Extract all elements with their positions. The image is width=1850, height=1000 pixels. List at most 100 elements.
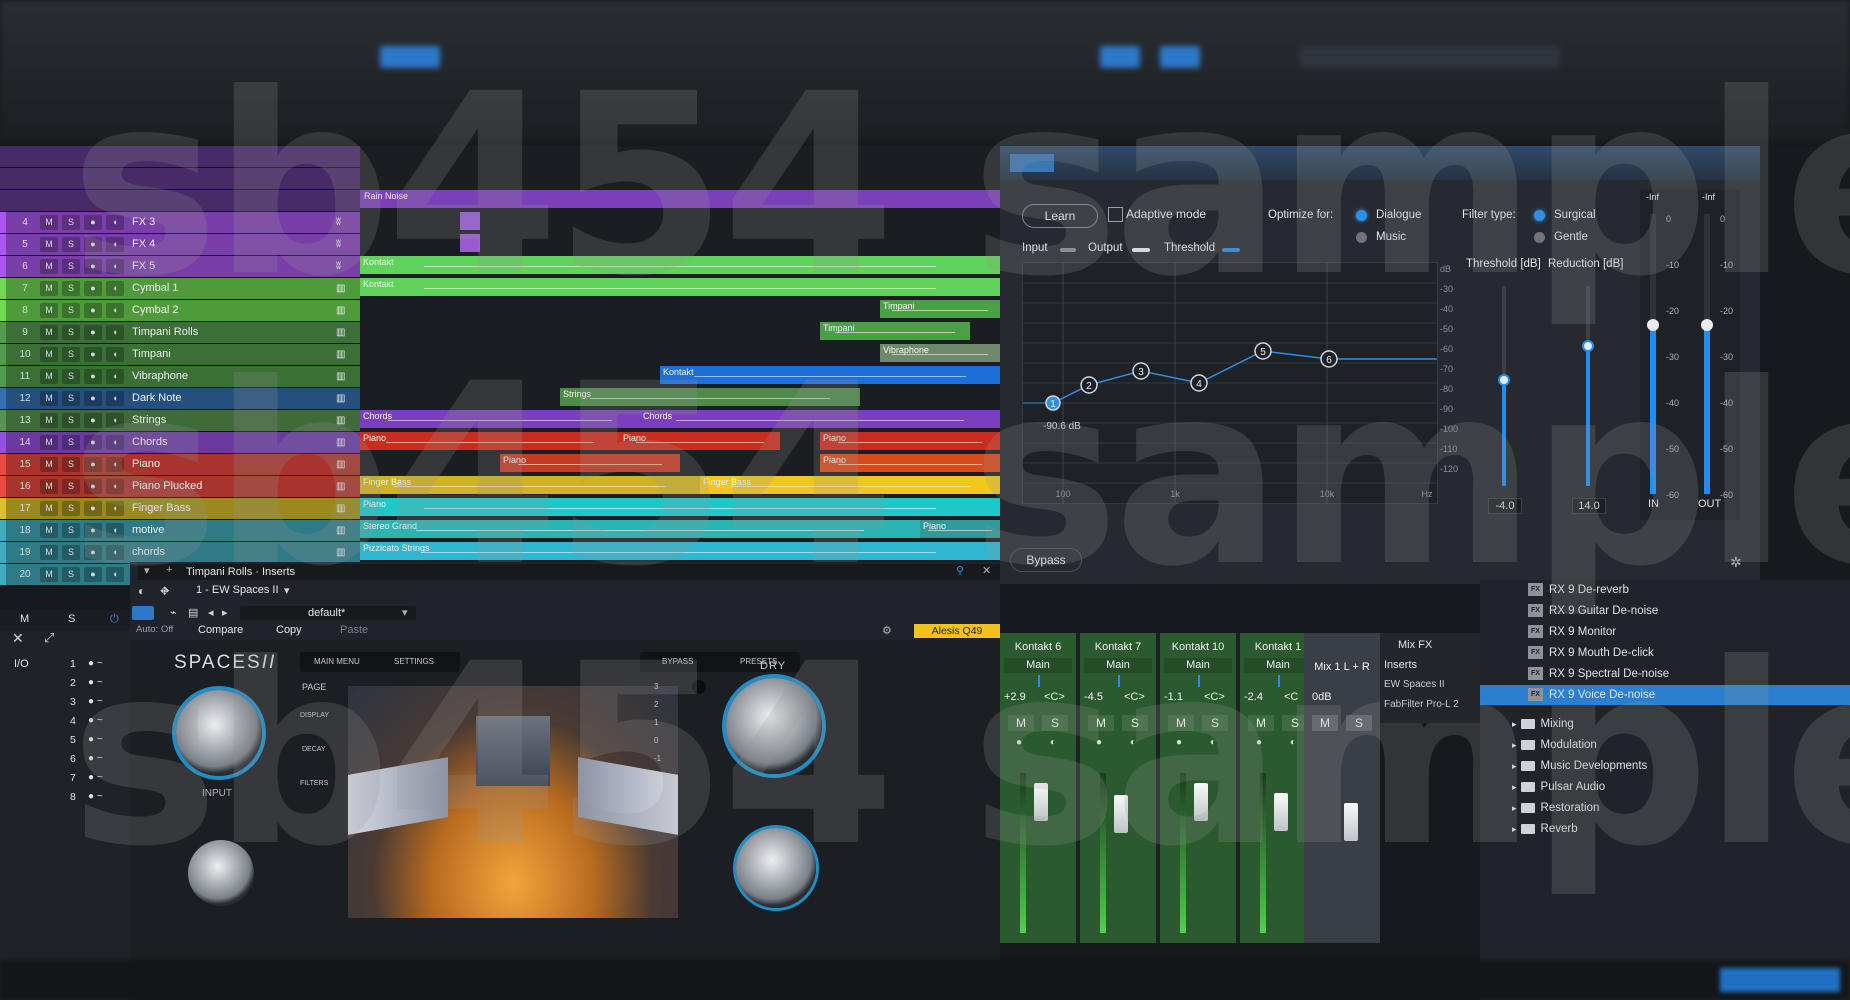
- music-radio[interactable]: [1356, 232, 1367, 243]
- record-arm-icon[interactable]: ●: [84, 501, 102, 516]
- in-meter-knob[interactable]: [1647, 319, 1659, 331]
- solo-button[interactable]: S: [62, 523, 80, 538]
- track-row[interactable]: 6 M S ● ◖ FX 5 ʬ: [0, 256, 360, 278]
- status-button[interactable]: [1720, 968, 1840, 992]
- mute-button[interactable]: M: [40, 237, 58, 252]
- solo-button[interactable]: S: [62, 303, 80, 318]
- clip-event[interactable]: Strings: [560, 388, 860, 406]
- preset-dropdown-icon[interactable]: ▾: [402, 606, 408, 619]
- chevron-right-icon[interactable]: ▸: [1512, 719, 1517, 729]
- wet-knob[interactable]: [736, 828, 816, 908]
- surgical-radio[interactable]: [1534, 210, 1545, 221]
- io-row-dot-icon[interactable]: ● ~: [88, 677, 103, 688]
- chevron-right-icon[interactable]: ▸: [1512, 740, 1517, 750]
- track-row[interactable]: 17 M S ● ◖ Finger Bass ▥: [0, 498, 360, 520]
- browser-fx-item[interactable]: FX RX 9 Mouth De-click: [1480, 643, 1850, 663]
- clip-event[interactable]: Chords: [640, 410, 1000, 428]
- threshold-curve-graph[interactable]: 1 2 3 4 5 6 -90.6 dB 100 1k 10k Hz: [1022, 262, 1438, 504]
- chevron-right-icon[interactable]: ▸: [1512, 761, 1517, 771]
- toolbar-button[interactable]: [1160, 46, 1200, 68]
- track-row[interactable]: 15 M S ● ◖ Piano ▥: [0, 454, 360, 476]
- decay-page-button[interactable]: DECAY: [302, 746, 326, 753]
- clip-event[interactable]: Kontakt: [360, 278, 1000, 296]
- track-row[interactable]: 11 M S ● ◖ Vibraphone ▥: [0, 366, 360, 388]
- compare-button[interactable]: Compare: [198, 624, 243, 636]
- gentle-radio[interactable]: [1534, 232, 1545, 243]
- record-arm-icon[interactable]: ●: [84, 259, 102, 274]
- solo-button[interactable]: S: [62, 567, 80, 582]
- clip-event[interactable]: Piano: [500, 454, 680, 472]
- browser-folder[interactable]: ▸ Pulsar Audio: [1480, 777, 1605, 797]
- prev-preset-icon[interactable]: ◂: [208, 606, 214, 619]
- monitor-icon[interactable]: ◖: [106, 237, 124, 252]
- monitor-icon[interactable]: ◖: [106, 479, 124, 494]
- toolbar-button[interactable]: [1100, 46, 1140, 68]
- copy-button[interactable]: Copy: [276, 624, 302, 636]
- midi-device-badge[interactable]: Alesis Q49: [914, 624, 1000, 638]
- track-row[interactable]: 13 M S ● ◖ Strings ▥: [0, 410, 360, 432]
- io-row-dot-icon[interactable]: ● ~: [88, 734, 103, 745]
- next-preset-icon[interactable]: ▸: [222, 606, 228, 619]
- track-row[interactable]: 7 M S ● ◖ Cymbal 1 ▥: [0, 278, 360, 300]
- secondary-knob[interactable]: [188, 840, 254, 906]
- dry-knob[interactable]: [726, 678, 822, 774]
- volume-value[interactable]: +2.9: [1004, 691, 1026, 703]
- solo-button[interactable]: S: [62, 281, 80, 296]
- track-row[interactable]: 4 M S ● ◖ FX 3 ʬ: [0, 212, 360, 234]
- mute-button[interactable]: M: [40, 545, 58, 560]
- solo-button[interactable]: S: [62, 501, 80, 516]
- volume-value[interactable]: -4.5: [1084, 691, 1103, 703]
- preset-menu-icon[interactable]: ▤: [188, 606, 198, 619]
- monitor-icon[interactable]: ◖: [106, 523, 124, 538]
- settings-gear-icon[interactable]: ⚙: [882, 624, 892, 637]
- browser-fx-item[interactable]: FX RX 9 Guitar De-noise: [1480, 601, 1850, 621]
- preset-field[interactable]: default* ▾: [240, 606, 416, 620]
- monitor-icon[interactable]: ◖: [106, 281, 124, 296]
- footer-solo[interactable]: S: [68, 613, 75, 625]
- clip-event[interactable]: Timpani: [880, 300, 1000, 318]
- paste-button[interactable]: Paste: [340, 624, 368, 636]
- record-arm-icon[interactable]: ●: [84, 347, 102, 362]
- monitor-icon[interactable]: ◖: [106, 303, 124, 318]
- fx-event[interactable]: [460, 212, 480, 230]
- browser-folder[interactable]: ▸ Reverb: [1480, 819, 1578, 839]
- mute-button[interactable]: M: [40, 413, 58, 428]
- chevron-right-icon[interactable]: ▸: [1512, 803, 1517, 813]
- monitor-icon[interactable]: ◖: [106, 215, 124, 230]
- clip-event[interactable]: Piano: [360, 432, 620, 450]
- monitor-icon[interactable]: ◖: [106, 369, 124, 384]
- track-row[interactable]: 10 M S ● ◖ Timpani ▥: [0, 344, 360, 366]
- record-icon[interactable]: ●: [1096, 737, 1102, 748]
- browser-folder[interactable]: ▸ Restoration: [1480, 798, 1599, 818]
- mute-button[interactable]: M: [40, 457, 58, 472]
- solo-button[interactable]: S: [62, 435, 80, 450]
- record-arm-icon[interactable]: ●: [84, 369, 102, 384]
- record-icon[interactable]: ●: [1016, 737, 1022, 748]
- toolbar-button[interactable]: [380, 46, 440, 68]
- clip-event[interactable]: Piano: [620, 432, 780, 450]
- filters-page-button[interactable]: FILTERS: [300, 780, 328, 787]
- bypass-button[interactable]: Bypass: [1010, 548, 1082, 572]
- track-row[interactable]: 16 M S ● ◖ Piano Plucked ▥: [0, 476, 360, 498]
- channel-mute-button[interactable]: M: [1088, 715, 1114, 731]
- out-meter-knob[interactable]: [1701, 319, 1713, 331]
- monitor-icon[interactable]: ◐: [1050, 737, 1056, 748]
- channel-mute-button[interactable]: M: [1248, 715, 1274, 731]
- channel-solo-button[interactable]: S: [1122, 715, 1148, 731]
- track-row[interactable]: 12 M S ● ◖ Dark Note ▥: [0, 388, 360, 410]
- reduction-slider-knob[interactable]: [1582, 340, 1594, 352]
- record-arm-icon[interactable]: ●: [84, 479, 102, 494]
- record-arm-icon[interactable]: ●: [84, 545, 102, 560]
- mute-button[interactable]: M: [40, 325, 58, 340]
- main-menu-button[interactable]: MAIN MENU: [314, 657, 360, 666]
- mute-button[interactable]: M: [40, 303, 58, 318]
- volume-value[interactable]: -1.1: [1164, 691, 1183, 703]
- io-row-dot-icon[interactable]: ● ~: [88, 791, 103, 802]
- solo-button[interactable]: S: [62, 369, 80, 384]
- track-row[interactable]: 19 M S ● ◖ chords ▥: [0, 542, 360, 564]
- record-arm-icon[interactable]: ●: [84, 435, 102, 450]
- output-routing[interactable]: Main: [1164, 658, 1232, 673]
- chevron-right-icon[interactable]: ▸: [1512, 782, 1517, 792]
- monitor-icon[interactable]: ◖: [106, 259, 124, 274]
- solo-button[interactable]: S: [62, 347, 80, 362]
